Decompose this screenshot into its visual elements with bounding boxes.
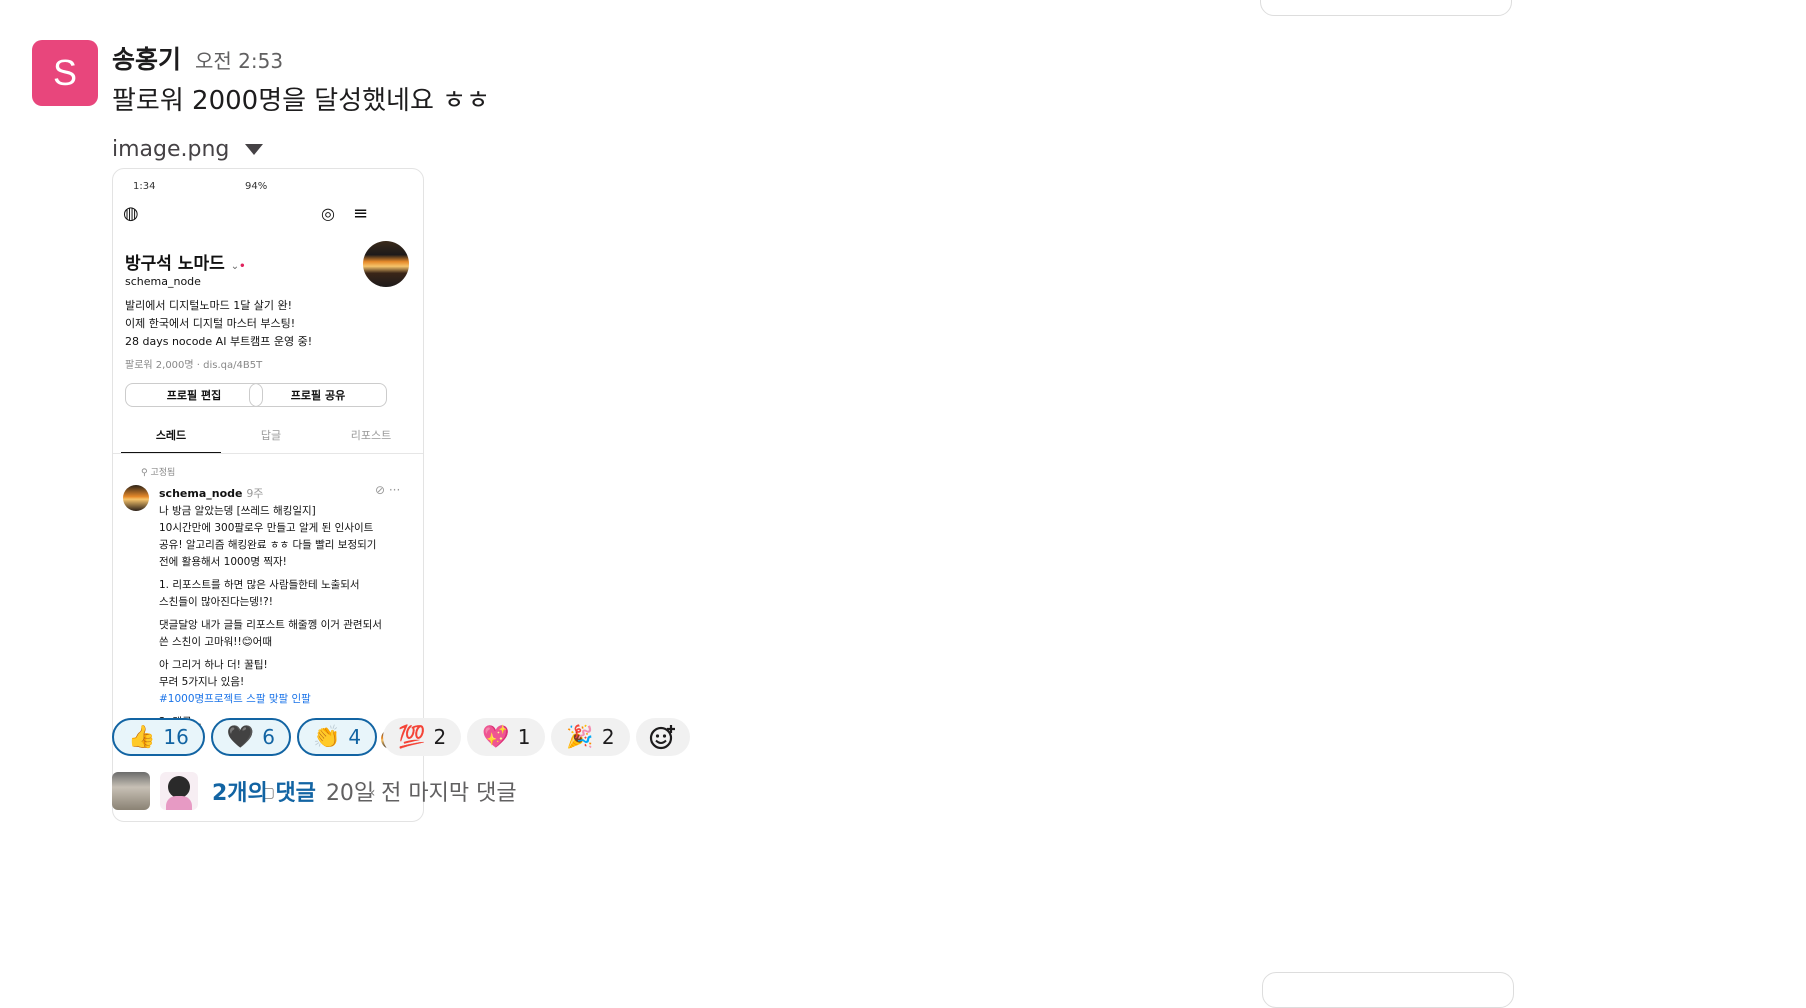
profile-name: 방구석 노마드 ⌄• [125, 249, 245, 274]
pinned-label: ⚲ 고정됨 [141, 465, 175, 478]
reaction-black-heart[interactable]: 🖤 6 [210, 718, 291, 756]
profile-handle: schema_node [125, 275, 201, 288]
post-line: 10시간만에 300팔로우 만들고 알게 된 인사이트 [159, 522, 374, 534]
post-age: 9주 [246, 487, 264, 500]
status-battery: 94% [245, 181, 268, 192]
last-reply-time: 20일 전 마지막 댓글 [325, 781, 517, 806]
profile-tabs: 스레드 답글 리포스트 [121, 421, 421, 453]
status-time: 1:34 [133, 181, 156, 192]
reaction-count: 1 [517, 725, 531, 749]
message-body: 송홍기 오전 2:53 팔로워 2000명을 달성했네요 ㅎㅎ image.pn… [112, 40, 1512, 162]
tab-reposts: 리포스트 [350, 429, 392, 442]
share-profile-button: 프로필 공유 [249, 383, 387, 407]
post-username: schema_node [159, 487, 243, 500]
next-message-toolbar [1262, 972, 1514, 1008]
post-line: 전에 활용해서 1000명 찍자! [159, 556, 287, 568]
menu-icon: ≡ [353, 203, 369, 224]
post-line: 아 그리거 하나 더! 꿀팁! [159, 659, 268, 671]
message-timestamp[interactable]: 오전 2:53 [195, 45, 283, 74]
post-body: 나 방금 알았는뎅 [쓰레드 해킹일지] 10시간만에 300팔로우 만들고 알… [159, 503, 409, 731]
more-icon: ⊘ ··· [375, 483, 401, 497]
reaction-count: 6 [262, 725, 275, 749]
reaction-count: 4 [348, 725, 362, 749]
author-name[interactable]: 송홍기 [112, 40, 181, 76]
reaction-clap[interactable]: 👏 4 [297, 718, 378, 756]
profile-bio: 발리에서 디지털노마드 1달 살기 완! 이제 한국에서 디지털 마스터 부스팅… [125, 297, 312, 351]
thumbs-up-icon: 👍 [128, 724, 156, 750]
add-reaction-button[interactable] [635, 718, 690, 756]
reaction-hundred[interactable]: 💯 2 [383, 718, 462, 756]
add-emoji-icon [649, 725, 675, 750]
post-line: 무려 5가지나 있음! [159, 676, 245, 688]
reaction-sparkling-heart[interactable]: 💖 1 [467, 718, 546, 756]
bio-line: 이제 한국에서 디지털 마스터 부스팅! [125, 317, 296, 330]
black-heart-icon: 🖤 [226, 724, 255, 750]
instagram-icon: ◎ [321, 204, 335, 223]
clapping-hands-icon: 👏 [313, 724, 341, 750]
post-line: 1. 리포스트를 하면 많은 사람들한테 노출되서 [159, 579, 360, 591]
globe-icon: ◍ [123, 203, 139, 224]
post-line: 댓글달앙 내가 글들 리포스트 해줄껭 이거 관련되서 [159, 619, 382, 631]
message-text: 팔로워 2000명을 달성했네요 ㅎㅎ [112, 86, 491, 116]
bio-line: 발리에서 디지털노마드 1달 살기 완! [125, 299, 293, 312]
bio-line: 28 days nocode AI 부트캠프 운영 중! [125, 335, 313, 348]
post-avatar [123, 485, 149, 511]
reaction-thumbsup[interactable]: 👍 16 [112, 718, 205, 756]
reaction-count: 2 [433, 725, 447, 749]
tab-replies: 답글 [260, 429, 282, 442]
followers-line: 팔로워 2,000명 · dis.qa/4B5T [125, 360, 263, 371]
attachment-header[interactable]: image.png [112, 137, 1512, 162]
chevron-down-icon: ⌄ [230, 261, 240, 272]
caret-down-icon[interactable] [245, 144, 264, 155]
post-line: 나 방금 알았는뎅 [쓰레드 해킹일지] [159, 505, 316, 517]
reaction-party[interactable]: 🎉 2 [551, 718, 630, 756]
reaction-count: 2 [601, 725, 615, 749]
party-popper-icon: 🎉 [566, 724, 594, 750]
post-author: schema_node 9주 [159, 485, 263, 501]
notification-dot-icon: • [239, 261, 246, 272]
profile-avatar [363, 241, 409, 287]
hundred-points-icon: 💯 [398, 724, 426, 750]
sparkling-heart-icon: 💖 [482, 724, 510, 750]
thread-summary[interactable]: 2개의 댓글 20일 전 마지막 댓글 [112, 772, 517, 810]
message-header: 송홍기 오전 2:53 [112, 40, 1512, 74]
previous-message-toolbar [1260, 0, 1512, 16]
tab-threads: 스레드 [121, 421, 221, 453]
author-avatar[interactable]: S [32, 40, 98, 106]
profile-name-text: 방구석 노마드 [125, 254, 225, 274]
reply-count-link[interactable]: 2개의 댓글 [212, 775, 316, 807]
edit-profile-button: 프로필 편집 [125, 383, 263, 407]
reply-avatar [160, 772, 198, 810]
post-line: 스친들이 많아진다는뎅!?! [159, 596, 273, 608]
reactions-bar: 👍 16 🖤 6 👏 4 💯 2 💖 1 🎉 2 [112, 718, 690, 756]
pinned-text: 고정됨 [150, 468, 176, 478]
tab-divider [113, 453, 423, 454]
reply-avatar [112, 772, 150, 810]
post-line: 공유! 알고리즘 해킹완료 ㅎㅎ 다들 빨리 보정되기 [159, 539, 377, 551]
post-line: 쓴 스친이 고마워!!😊어때 [159, 636, 272, 648]
reaction-count: 16 [163, 725, 189, 749]
post-hashtag: #1000명프로젝트 스팔 맞팔 인팔 [159, 693, 311, 705]
attachment-filename[interactable]: image.png [112, 137, 229, 162]
